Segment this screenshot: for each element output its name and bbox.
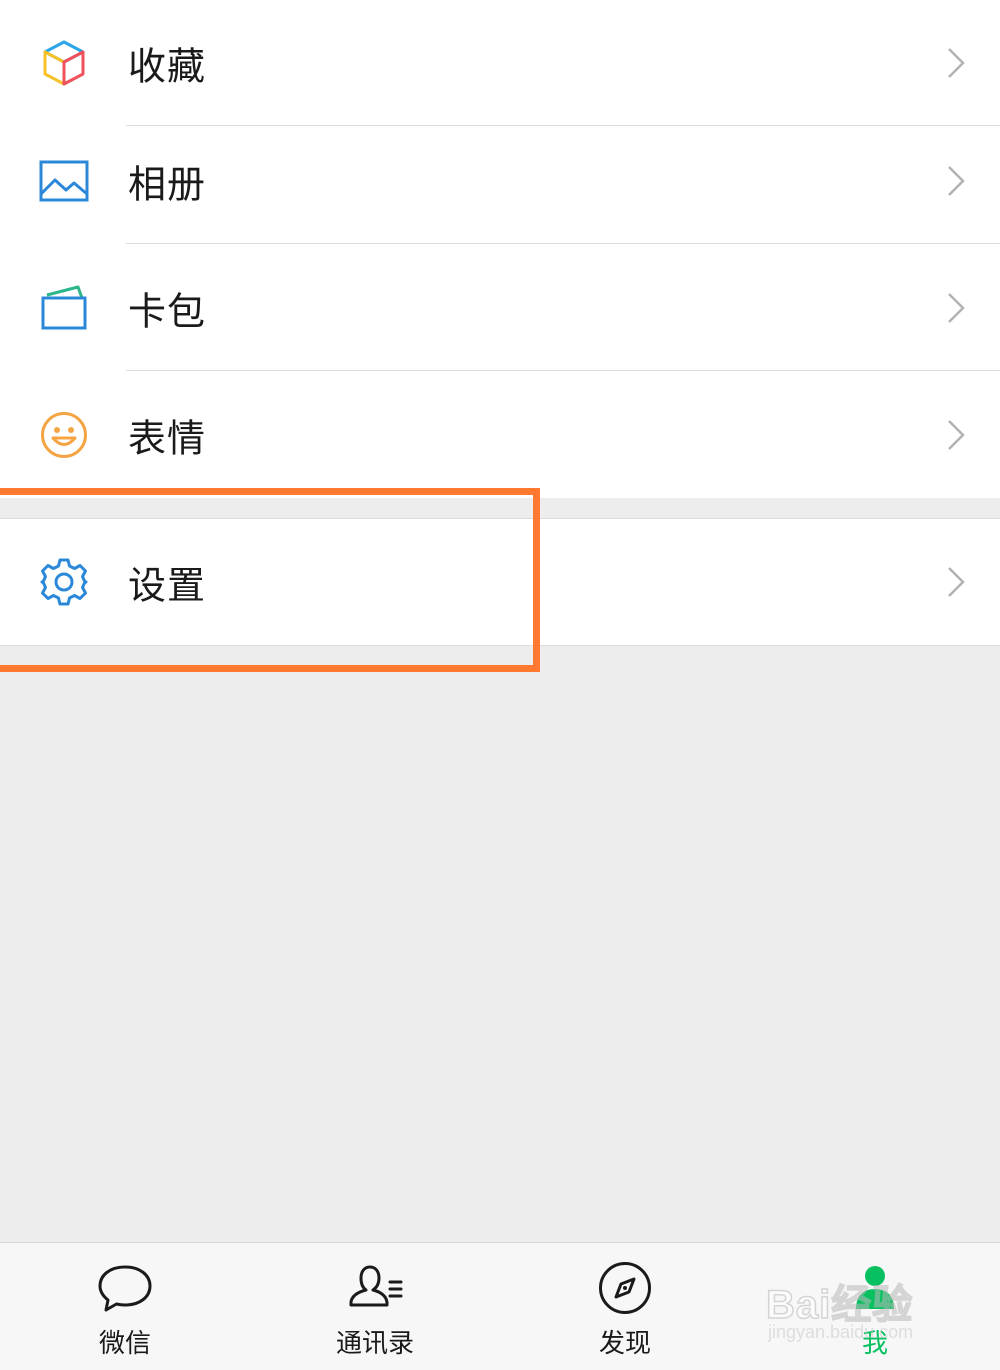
menu-item-label: 表情 <box>128 416 207 461</box>
tab-me[interactable]: 我 <box>750 1243 1000 1370</box>
tab-label: 通讯录 <box>335 1329 414 1359</box>
chevron-right-icon <box>946 164 966 198</box>
gear-icon <box>38 556 90 608</box>
me-person-icon <box>846 1259 904 1317</box>
menu-item-album[interactable]: 相册 <box>0 118 1000 244</box>
menu-group-main: 收藏 相册 卡包 表情 <box>0 0 1000 498</box>
album-picture-icon <box>38 155 90 207</box>
favorites-cube-icon <box>38 37 90 89</box>
menu-item-label: 卡包 <box>128 289 207 334</box>
tab-label: 微信 <box>98 1329 151 1359</box>
divider <box>126 370 1000 371</box>
tab-label: 发现 <box>598 1329 651 1359</box>
tab-discover[interactable]: 发现 <box>500 1243 750 1370</box>
bottom-tab-bar: 微信 通讯录 发现 我 <box>0 1242 1000 1370</box>
menu-group-settings: 设置 <box>0 518 1000 646</box>
divider <box>126 243 1000 244</box>
menu-item-card-wallet[interactable]: 卡包 <box>0 245 1000 371</box>
menu-item-settings[interactable]: 设置 <box>0 519 1000 645</box>
chevron-right-icon <box>946 46 966 80</box>
contacts-icon <box>346 1259 404 1317</box>
chevron-right-icon <box>946 565 966 599</box>
chat-bubble-icon <box>96 1259 154 1317</box>
chevron-right-icon <box>946 291 966 325</box>
tab-contacts[interactable]: 通讯录 <box>250 1243 500 1370</box>
menu-item-label: 设置 <box>128 563 207 608</box>
compass-icon <box>596 1259 654 1317</box>
tab-label: 我 <box>861 1329 888 1359</box>
chevron-right-icon <box>946 418 966 452</box>
menu-item-label: 收藏 <box>128 44 207 89</box>
menu-item-label: 相册 <box>128 162 207 207</box>
tab-chats[interactable]: 微信 <box>0 1243 250 1370</box>
menu-item-stickers[interactable]: 表情 <box>0 372 1000 498</box>
card-wallet-icon <box>38 282 90 334</box>
menu-item-favorites[interactable]: 收藏 <box>0 0 1000 126</box>
smiley-face-icon <box>38 409 90 461</box>
